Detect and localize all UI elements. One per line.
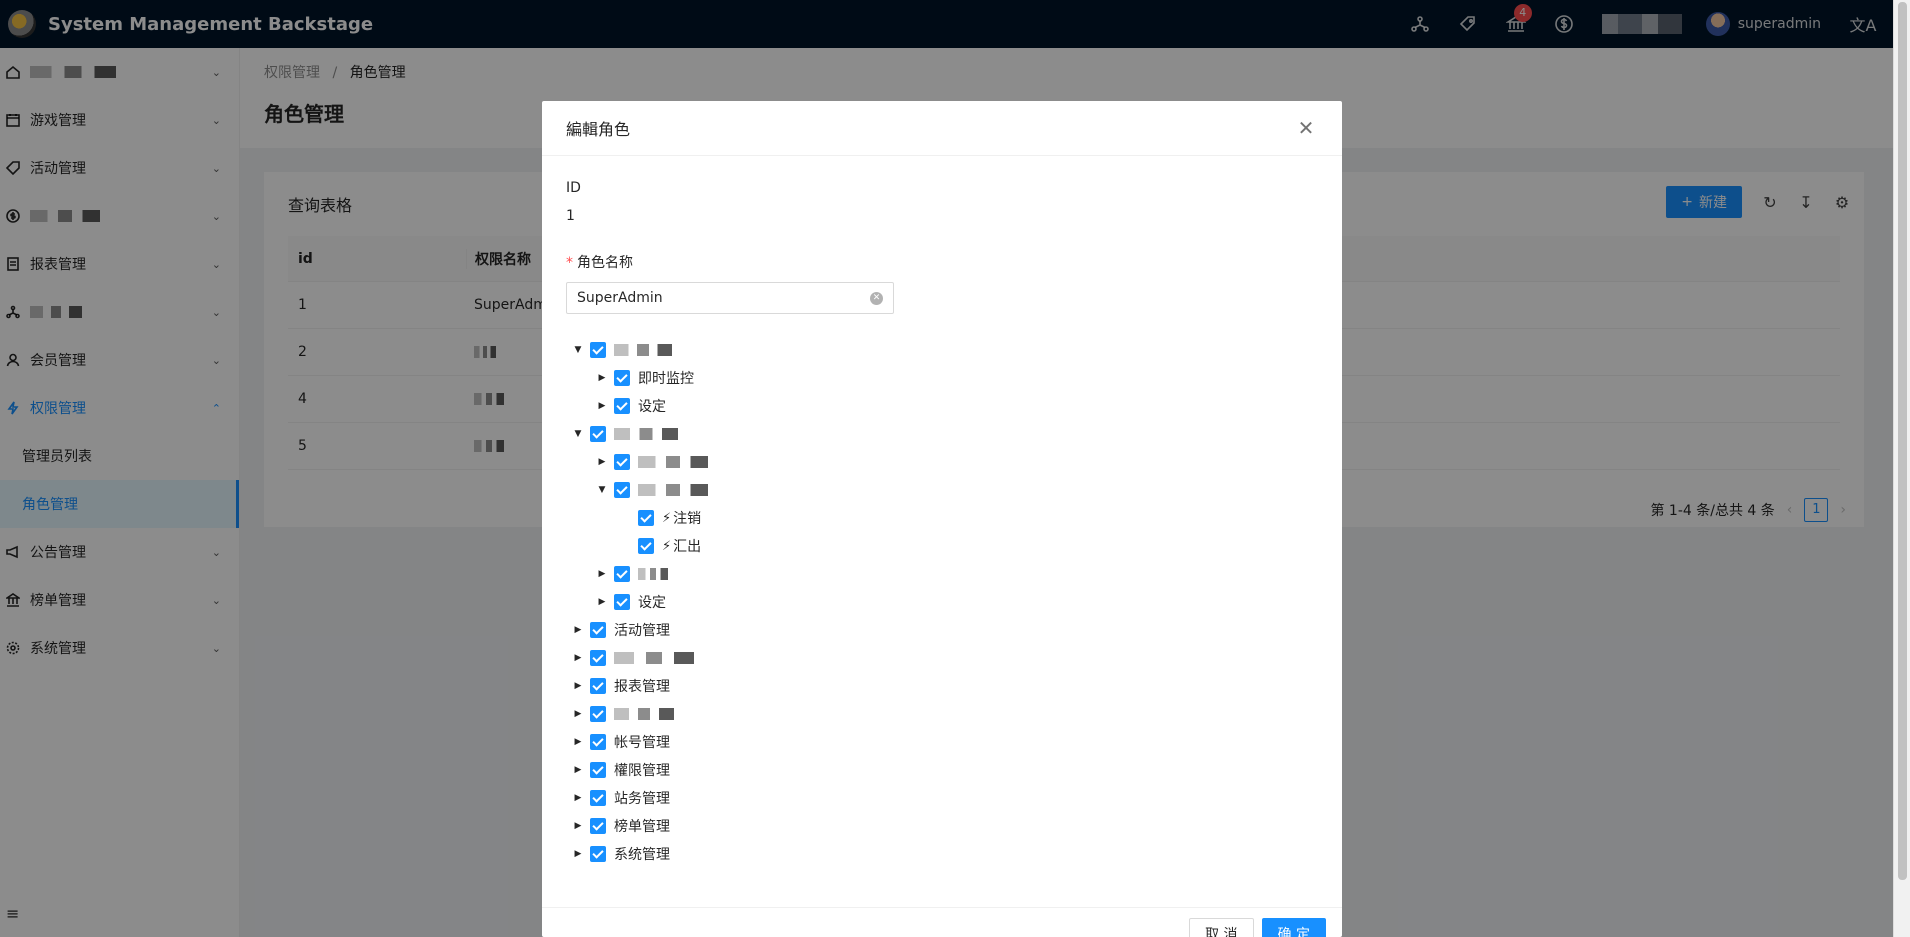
role-name-input[interactable]: [577, 290, 870, 306]
required-mark: *: [566, 255, 573, 271]
modal-header: 編輯角色 ✕: [542, 101, 1342, 156]
tree-node[interactable]: ▼: [566, 476, 1318, 504]
tree-checkbox[interactable]: [590, 734, 606, 750]
tree-checkbox[interactable]: [638, 538, 654, 554]
tree-node-label: 设定: [638, 399, 666, 415]
clear-icon[interactable]: ✕: [870, 291, 883, 305]
tree-checkbox[interactable]: [590, 678, 606, 694]
caret-right-icon[interactable]: ▶: [566, 709, 590, 719]
edit-role-modal: 編輯角色 ✕ ID 1 *角色名称 ✕ ▼▶即时监控▶设定▼▶▼⚡注销⚡汇出▶▶…: [542, 101, 1342, 937]
cancel-button[interactable]: 取 消: [1189, 918, 1254, 937]
tree-checkbox[interactable]: [614, 370, 630, 386]
tree-node-label: [638, 484, 708, 496]
tree-node-label: [638, 456, 708, 468]
tree-node[interactable]: ▶ 即时监控: [566, 364, 1318, 392]
tree-node-label: 汇出: [673, 539, 702, 555]
tree-node-label: 榜单管理: [614, 819, 670, 835]
role-name-label-row: * 角色名称: [566, 252, 1318, 272]
tree-checkbox[interactable]: [590, 650, 606, 666]
caret-right-icon[interactable]: ▶: [590, 373, 614, 383]
tree-node[interactable]: ▼: [566, 420, 1318, 448]
id-label: ID: [566, 180, 581, 196]
caret-down-icon[interactable]: ▼: [566, 345, 590, 355]
tree-checkbox[interactable]: [590, 790, 606, 806]
tree-node-label: [638, 568, 668, 580]
caret-right-icon[interactable]: ▶: [566, 681, 590, 691]
tree-checkbox[interactable]: [614, 566, 630, 582]
caret-right-icon[interactable]: ▶: [566, 849, 590, 859]
tree-node-label: 即时监控: [638, 371, 694, 387]
tree-node-label: 活动管理: [614, 623, 670, 639]
tree-checkbox[interactable]: [590, 706, 606, 722]
thunder-icon: ⚡: [662, 510, 672, 526]
tree-node[interactable]: ▶ 榜单管理: [566, 812, 1318, 840]
tree-checkbox[interactable]: [590, 622, 606, 638]
tree-node-label: 注销: [673, 511, 702, 527]
caret-down-icon[interactable]: ▼: [566, 429, 590, 439]
caret-right-icon[interactable]: ▶: [566, 625, 590, 635]
tree-node[interactable]: ▶: [566, 700, 1318, 728]
caret-right-icon[interactable]: ▶: [590, 401, 614, 411]
tree-node-label: [614, 652, 694, 664]
id-value: 1: [566, 208, 575, 224]
role-name-label: 角色名称: [577, 255, 633, 271]
tree-node-label: 报表管理: [614, 679, 670, 695]
tree-node[interactable]: ⚡ 汇出: [566, 532, 1318, 560]
tree-checkbox[interactable]: [638, 510, 654, 526]
tree-node[interactable]: ▶ 站务管理: [566, 784, 1318, 812]
caret-right-icon[interactable]: ▶: [566, 737, 590, 747]
tree-node[interactable]: ▶ 设定: [566, 588, 1318, 616]
tree-node-label: 權限管理: [614, 763, 670, 779]
tree-node-label: 帐号管理: [614, 735, 670, 751]
tree-checkbox[interactable]: [614, 482, 630, 498]
tree-node-label: [614, 344, 672, 356]
tree-node[interactable]: ▶ 活动管理: [566, 616, 1318, 644]
tree-node-label: [614, 428, 678, 440]
thunder-icon: ⚡: [662, 538, 672, 554]
tree-node-label: 设定: [638, 595, 666, 611]
ok-button[interactable]: 确 定: [1261, 918, 1326, 937]
modal-title: 編輯角色: [566, 120, 631, 139]
tree-node[interactable]: ▶ 报表管理: [566, 672, 1318, 700]
scrollbar-thumb[interactable]: [1898, 2, 1907, 880]
tree-node[interactable]: ▶: [566, 644, 1318, 672]
caret-right-icon[interactable]: ▶: [566, 765, 590, 775]
tree-checkbox[interactable]: [614, 398, 630, 414]
tree-node-label: 站务管理: [614, 791, 670, 807]
modal-footer: 取 消 确 定: [542, 907, 1342, 937]
tree-node[interactable]: ▶ 帐号管理: [566, 728, 1318, 756]
caret-right-icon[interactable]: ▶: [590, 597, 614, 607]
caret-right-icon[interactable]: ▶: [590, 569, 614, 579]
tree-node[interactable]: ▶ 设定: [566, 392, 1318, 420]
caret-down-icon[interactable]: ▼: [590, 485, 614, 495]
caret-right-icon[interactable]: ▶: [566, 653, 590, 663]
tree-node[interactable]: ▶: [566, 448, 1318, 476]
close-icon[interactable]: ✕: [1294, 116, 1318, 140]
role-name-field[interactable]: ✕: [566, 282, 894, 314]
tree-checkbox[interactable]: [614, 454, 630, 470]
tree-node[interactable]: ▶ 權限管理: [566, 756, 1318, 784]
page-scrollbar[interactable]: [1893, 0, 1910, 937]
permission-tree: ▼ ▶ 即时监控 ▶ 设定 ▼ ▶ ▼ ⚡ 注销 ⚡ 汇出 ▶ ▶ 设定 ▶ 活动管理 ▶ ▶ 报表管理 ▶ ▶ 帐号管理 ▶…: [566, 336, 1318, 868]
caret-right-icon[interactable]: ▶: [566, 793, 590, 803]
tree-checkbox[interactable]: [590, 818, 606, 834]
tree-node[interactable]: ▶ 系统管理: [566, 840, 1318, 868]
tree-checkbox[interactable]: [590, 342, 606, 358]
caret-right-icon[interactable]: ▶: [590, 457, 614, 467]
tree-node-label: 系统管理: [614, 847, 670, 863]
tree-node[interactable]: ⚡ 注销: [566, 504, 1318, 532]
modal-body: ID 1 *角色名称 ✕ ▼▶即时监控▶设定▼▶▼⚡注销⚡汇出▶▶设定▶活动管理…: [542, 156, 1342, 868]
tree-checkbox[interactable]: [590, 846, 606, 862]
tree-checkbox[interactable]: [614, 594, 630, 610]
caret-right-icon[interactable]: ▶: [566, 821, 590, 831]
tree-node[interactable]: ▶: [566, 560, 1318, 588]
tree-node[interactable]: ▼: [566, 336, 1318, 364]
tree-node-label: [614, 708, 674, 720]
tree-checkbox[interactable]: [590, 426, 606, 442]
tree-checkbox[interactable]: [590, 762, 606, 778]
